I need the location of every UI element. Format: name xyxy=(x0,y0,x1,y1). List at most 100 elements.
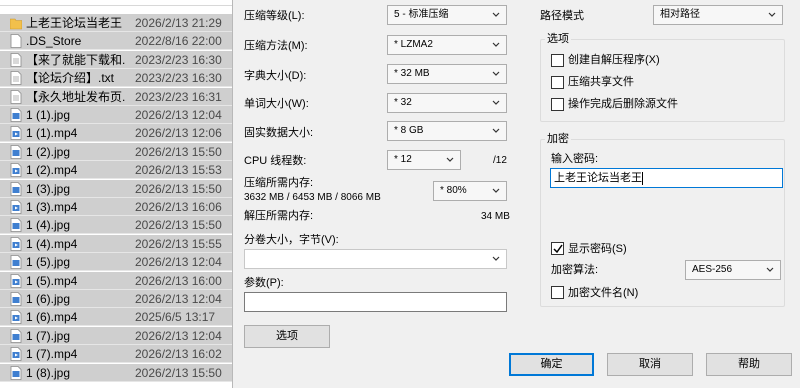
file-row[interactable]: 1 (2).jpg 2026/2/13 15:50 xyxy=(0,142,232,161)
file-row[interactable]: 1 (7).mp4 2026/2/13 16:02 xyxy=(0,345,232,364)
show-password-label: 显示密码(S) xyxy=(568,243,627,255)
text-file-icon xyxy=(10,71,22,86)
sfx-checkbox[interactable] xyxy=(551,54,564,67)
file-row[interactable]: 【来了就能下载和... 2023/2/23 16:30 xyxy=(0,50,232,69)
encrypt-names-label: 加密文件名(N) xyxy=(568,287,639,299)
file-name: 1 (1).mp4 xyxy=(26,126,78,141)
file-modified-date: 2026/2/13 16:00 xyxy=(135,273,222,288)
delete-after-checkbox-label: 操作完成后删除源文件 xyxy=(568,98,678,110)
file-name: 1 (3).jpg xyxy=(26,181,71,196)
memory-usage-select[interactable]: * 80% xyxy=(433,181,507,201)
file-name: 1 (6).jpg xyxy=(26,292,71,306)
file-row[interactable]: 1 (3).jpg 2026/2/13 15:50 xyxy=(0,179,232,198)
file-name: 【永久地址发布页... xyxy=(26,89,126,104)
image-file-icon xyxy=(10,255,22,270)
file-row[interactable]: 1 (5).jpg 2026/2/13 12:04 xyxy=(0,253,232,272)
ok-button[interactable]: 确定 xyxy=(509,353,594,376)
image-file-icon xyxy=(10,108,22,122)
cpu-threads-max: /12 xyxy=(493,155,507,166)
cpu-threads-label: CPU 线程数: xyxy=(244,155,307,167)
cancel-button[interactable]: 取消 xyxy=(607,353,693,376)
file-modified-date: 2026/2/13 16:06 xyxy=(135,200,222,214)
file-row[interactable]: 1 (4).mp4 2026/2/13 15:55 xyxy=(0,234,232,253)
path-mode-select[interactable]: 相对路径 xyxy=(653,5,783,25)
video-file-icon xyxy=(10,126,22,141)
dictionary-size-label: 字典大小(D): xyxy=(244,70,307,82)
file-modified-date: 2026/2/13 16:02 xyxy=(135,347,222,362)
file-name: 1 (7).jpg xyxy=(26,328,71,343)
file-name: 1 (8).jpg xyxy=(26,365,71,380)
chevron-down-icon xyxy=(492,100,500,105)
file-row[interactable]: 1 (2).mp4 2026/2/13 15:53 xyxy=(0,161,232,180)
file-name: 1 (2).jpg xyxy=(26,144,71,159)
file-modified-date: 2026/2/13 15:53 xyxy=(135,163,222,178)
split-volumes-select[interactable] xyxy=(244,249,507,269)
encryption-method-label: 加密算法: xyxy=(551,264,599,276)
file-row[interactable]: .DS_Store 2022/8/16 22:00 xyxy=(0,32,232,51)
file-modified-date: 2026/2/13 12:04 xyxy=(135,292,222,306)
file-name: 1 (4).mp4 xyxy=(26,236,78,251)
file-row[interactable]: 1 (6).jpg 2026/2/13 12:04 xyxy=(0,290,232,308)
parameters-input[interactable] xyxy=(244,292,507,312)
video-file-icon xyxy=(10,347,22,362)
chevron-down-icon xyxy=(492,128,500,133)
file-row[interactable]: 【永久地址发布页... 2023/2/23 16:31 xyxy=(0,87,232,106)
dictionary-size-select[interactable]: * 32 MB xyxy=(387,64,507,84)
file-row[interactable]: 【论坛介绍】.txt 2023/2/23 16:30 xyxy=(0,69,232,88)
chevron-down-icon xyxy=(446,157,454,162)
chevron-down-icon xyxy=(492,42,500,47)
word-size-select[interactable]: * 32 xyxy=(387,93,507,113)
password-input[interactable]: 上老王论坛当老王 xyxy=(550,168,783,188)
text-file-icon xyxy=(10,89,22,104)
video-file-icon xyxy=(10,200,22,214)
file-row[interactable]: 1 (5).mp4 2026/2/13 16:00 xyxy=(0,271,232,290)
file-row[interactable]: 1 (8).jpg 2026/2/13 15:50 xyxy=(0,363,232,382)
encrypt-names-checkbox[interactable] xyxy=(551,286,564,299)
file-modified-date: 2026/2/13 15:50 xyxy=(135,218,222,233)
compression-level-select[interactable]: 5 - 标准压缩 xyxy=(387,5,507,25)
password-value: 上老王论坛当老王 xyxy=(554,172,642,184)
encryption-method-value: AES-256 xyxy=(692,264,733,275)
file-name: 【来了就能下载和... xyxy=(26,52,126,67)
options-button[interactable]: 选项 xyxy=(244,325,330,348)
encryption-method-select[interactable]: AES-256 xyxy=(685,260,781,280)
parameters-label: 参数(P): xyxy=(244,277,284,289)
solid-block-size-select[interactable]: * 8 GB xyxy=(387,121,507,141)
path-mode-label: 路径模式 xyxy=(540,10,584,22)
file-modified-date: 2025/6/5 13:17 xyxy=(135,310,216,325)
cpu-threads-select[interactable]: * 12 xyxy=(387,150,461,170)
file-row[interactable]: 1 (6).mp4 2025/6/5 13:17 xyxy=(0,308,232,327)
delete-after-checkbox[interactable] xyxy=(551,98,564,111)
image-file-icon xyxy=(10,328,22,343)
file-row[interactable]: 1 (1).jpg 2026/2/13 12:04 xyxy=(0,106,232,124)
file-name: 1 (4).jpg xyxy=(26,218,71,233)
chevron-down-icon xyxy=(492,256,500,261)
file-name: 1 (3).mp4 xyxy=(26,200,78,214)
solid-block-size-label: 固实数据大小: xyxy=(244,127,314,139)
help-button[interactable]: 帮助 xyxy=(706,353,792,376)
show-password-checkbox[interactable] xyxy=(551,242,564,255)
file-row[interactable]: 1 (1).mp4 2026/2/13 12:06 xyxy=(0,124,232,143)
image-file-icon xyxy=(10,181,22,196)
shared-files-checkbox[interactable] xyxy=(551,76,564,89)
file-modified-date: 2026/2/13 12:04 xyxy=(135,108,222,122)
file-list-pane: 上老王论坛当老王 2026/2/13 21:29 .DS_Store 2022/8/1… xyxy=(0,0,232,388)
word-size-label: 单词大小(W): xyxy=(244,98,309,110)
file-row[interactable]: 上老王论坛当老王 2026/2/13 21:29 xyxy=(0,14,232,32)
video-file-icon xyxy=(10,163,22,178)
folder-icon xyxy=(10,18,22,30)
text-cursor xyxy=(642,172,643,185)
file-name: 1 (7).mp4 xyxy=(26,347,78,362)
memory-decompress-label: 解压所需内存: xyxy=(244,210,314,222)
video-file-icon xyxy=(10,273,22,288)
password-label: 输入密码: xyxy=(551,153,599,165)
file-modified-date: 2026/2/13 15:55 xyxy=(135,236,222,251)
encryption-group-title: 加密 xyxy=(545,132,571,146)
compression-method-select[interactable]: * LZMA2 xyxy=(387,35,507,55)
column-header xyxy=(0,0,232,6)
file-row[interactable]: 1 (4).jpg 2026/2/13 15:50 xyxy=(0,216,232,235)
memory-compress-label: 压缩所需内存: xyxy=(244,177,314,189)
file-row[interactable]: 1 (3).mp4 2026/2/13 16:06 xyxy=(0,198,232,216)
file-row[interactable]: 1 (7).jpg 2026/2/13 12:04 xyxy=(0,326,232,345)
file-modified-date: 2023/2/23 16:31 xyxy=(135,89,222,104)
